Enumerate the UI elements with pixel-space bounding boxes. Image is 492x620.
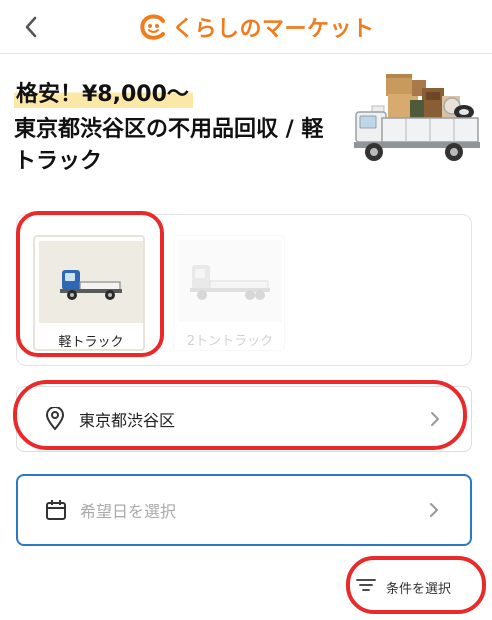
chevron-right-icon [424,500,444,520]
vehicle-image [39,241,143,323]
app-header: くらしのマーケット [0,0,492,54]
back-button[interactable] [14,10,48,44]
kei-truck-icon [60,270,122,300]
location-field[interactable]: 東京都渋谷区 [16,386,472,452]
vehicle-image [178,240,282,322]
filter-icon [356,577,376,597]
calendar-icon [44,498,68,522]
select-conditions-button[interactable]: 条件を選択 [356,570,478,604]
date-placeholder: 希望日を選択 [80,502,177,521]
location-value: 東京都渋谷区 [79,411,176,430]
conditions-label: 条件を選択 [386,581,452,597]
two-ton-truck-icon [190,265,270,300]
vehicle-option-kei-truck[interactable]: 軽トラック [33,235,145,351]
map-pin-icon [43,407,67,431]
loaded-truck-illustration [354,74,480,161]
chevron-left-icon [25,16,37,38]
logo-text: くらしのマーケット [172,17,375,42]
page-title: 東京都渋谷区の不用品回収 / 軽トラック [14,117,324,174]
vehicle-label: 2トントラック [186,334,274,349]
date-field[interactable]: 希望日を選択 [16,474,472,546]
brand-logo[interactable]: くらしのマーケット [138,10,375,44]
chevron-right-icon [425,409,445,429]
logo-mark-icon [140,14,165,40]
vehicle-type-selector: 軽トラック 2トントラック [16,214,472,366]
vehicle-option-2t-truck[interactable]: 2トントラック [173,235,285,351]
price-label: 格安！¥8,000〜 [14,76,193,108]
vehicle-label: 軽トラック [58,335,124,350]
